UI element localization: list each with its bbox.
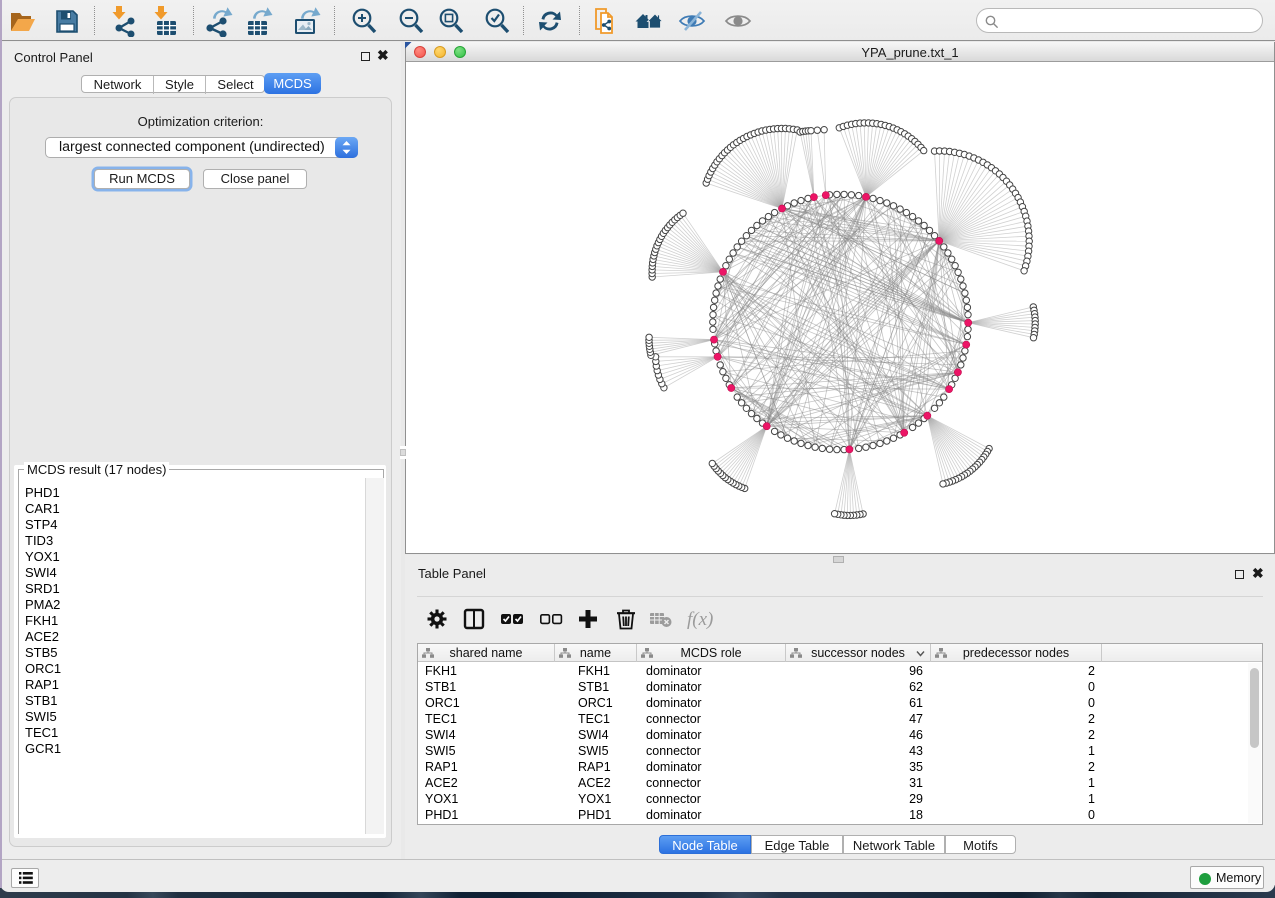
svg-text:f(x): f(x)	[687, 609, 713, 630]
